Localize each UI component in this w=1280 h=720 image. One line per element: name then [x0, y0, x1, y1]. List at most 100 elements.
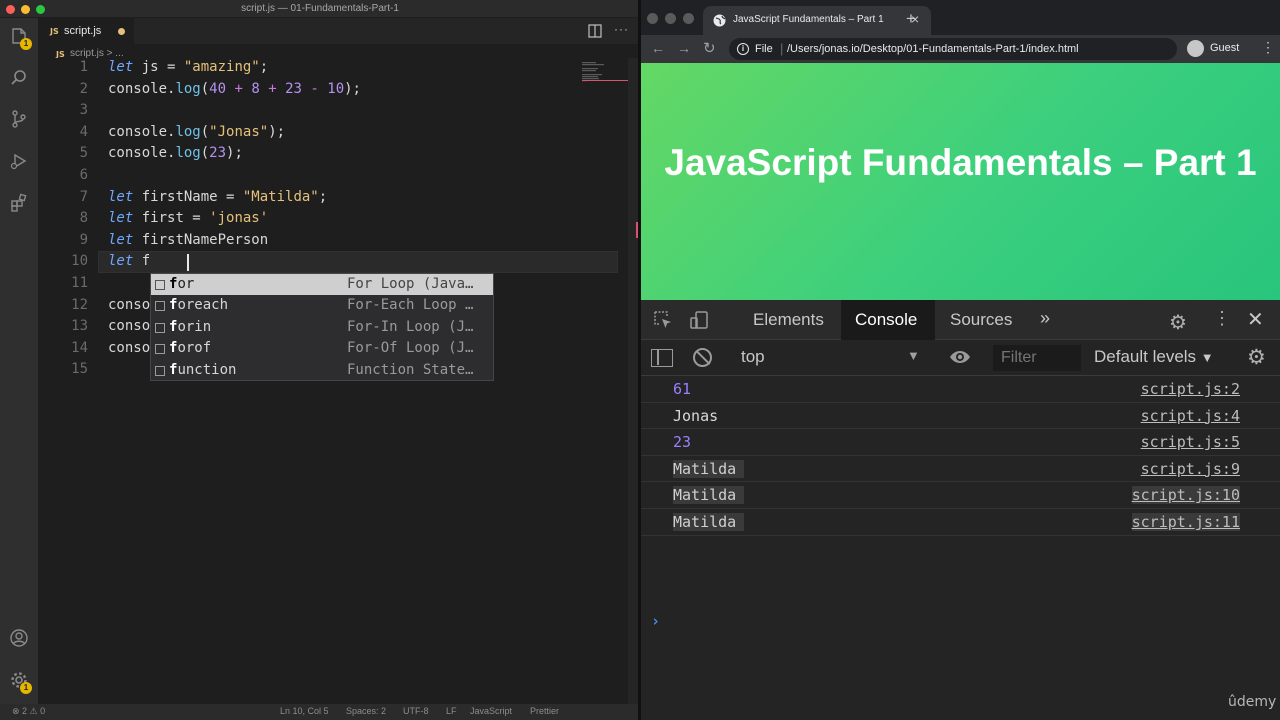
language-mode[interactable]: JavaScript	[470, 706, 512, 716]
forward-icon[interactable]: →	[677, 40, 691, 56]
extensions-icon[interactable]	[9, 193, 29, 213]
tab-sources[interactable]: Sources	[936, 300, 1026, 340]
more-actions-icon[interactable]: ···	[614, 22, 629, 36]
line-number: 8	[79, 210, 88, 227]
code-line[interactable]: 5 console.log(23);	[38, 143, 618, 165]
suggestion-label: foreach	[169, 297, 229, 314]
search-icon[interactable]	[9, 68, 29, 88]
code-line[interactable]: 1 let js = "amazing";	[38, 58, 618, 79]
console-settings-gear-icon[interactable]: ⚙	[1247, 345, 1266, 370]
customize-menu-icon[interactable]: ⋮	[1213, 308, 1231, 329]
console-message-value: 61	[673, 380, 692, 398]
line-number: 11	[71, 275, 88, 291]
suggestion-item[interactable]: foreach For-Each Loop …	[151, 295, 493, 316]
accounts-icon[interactable]	[9, 628, 29, 648]
code-line[interactable]: 4 console.log("Jonas");	[38, 122, 618, 144]
code-line[interactable]: 3	[38, 100, 618, 122]
browser-tab[interactable]: JavaScript Fundamentals – Part 1 ×	[703, 6, 931, 35]
suggestion-item[interactable]: forin For-In Loop (J…	[151, 317, 493, 338]
console-message: 23 script.js:5	[641, 429, 1280, 456]
inspect-element-icon[interactable]	[653, 310, 673, 330]
tab-script-js[interactable]: JS script.js	[38, 18, 134, 44]
encoding[interactable]: UTF-8	[403, 706, 429, 716]
live-expression-eye-icon[interactable]	[949, 348, 971, 366]
browser-menu-icon[interactable]: ⋮	[1261, 39, 1275, 56]
console-source-link[interactable]: script.js:2	[1141, 380, 1240, 398]
explorer-badge: 1	[20, 38, 32, 50]
console-source-link[interactable]: script.js:5	[1141, 433, 1240, 451]
line-code: let js = "amazing";	[108, 59, 269, 75]
settings-gear-icon[interactable]: ⚙	[1169, 310, 1187, 335]
source-control-icon[interactable]	[9, 109, 29, 129]
snippet-icon	[155, 301, 165, 312]
back-icon[interactable]: ←	[651, 40, 665, 56]
tab-elements[interactable]: Elements	[739, 300, 838, 340]
console-toolbar: top ▼ Default levels ▼ ⚙	[641, 340, 1280, 376]
run-debug-icon[interactable]	[9, 151, 29, 171]
prettier-status[interactable]: Prettier	[530, 706, 559, 716]
console-message: 61 script.js:2	[641, 376, 1280, 403]
console-source-link[interactable]: script.js:4	[1141, 407, 1240, 425]
console-sidebar-icon[interactable]	[651, 349, 673, 367]
end-of-line[interactable]: LF	[446, 706, 457, 716]
close-devtools-icon[interactable]: ✕	[1247, 307, 1264, 332]
line-number: 6	[79, 167, 88, 183]
console-source-link[interactable]: script.js:9	[1141, 460, 1240, 478]
console-prompt[interactable]: ›	[651, 612, 660, 630]
context-dropdown-icon[interactable]: ▼	[907, 348, 920, 363]
code-editor[interactable]: 1 let js = "amazing"; 2 console.log(40 + 8 …	[38, 58, 628, 704]
new-tab-icon[interactable]: +	[906, 9, 916, 29]
unsaved-dot-icon[interactable]	[118, 28, 125, 35]
page-heading: JavaScript Fundamentals – Part 1	[664, 142, 1257, 183]
reload-icon[interactable]: ↻	[703, 39, 716, 57]
cursor-position[interactable]: Ln 10, Col 5	[280, 706, 329, 716]
console-filter-input[interactable]	[993, 345, 1081, 371]
web-page: JavaScript Fundamentals – Part 1	[641, 63, 1280, 300]
more-tabs-icon[interactable]: »	[1040, 308, 1050, 329]
snippet-icon	[155, 280, 165, 290]
console-message: Matilda script.js:10	[641, 482, 1280, 509]
autocomplete-suggestions: for For Loop (Java… foreach For-Each Loop ……	[150, 273, 494, 381]
suggestion-item[interactable]: function Function State…	[151, 360, 493, 381]
clear-console-icon[interactable]	[693, 348, 712, 367]
line-number: 5	[79, 145, 88, 162]
split-editor-icon[interactable]	[588, 24, 602, 38]
minimap[interactable]	[582, 62, 628, 92]
execution-context-select[interactable]: top	[741, 347, 765, 367]
suggestion-item[interactable]: forof For-Of Loop (J…	[151, 338, 493, 359]
url-text[interactable]: /Users/jonas.io/Desktop/01-Fundamentals-…	[787, 43, 1079, 55]
log-levels-label: Default levels	[1094, 347, 1197, 366]
indentation[interactable]: Spaces: 2	[346, 706, 386, 716]
code-line[interactable]: 9 let firstNamePerson	[38, 230, 618, 252]
console-message-value: Matilda	[673, 513, 745, 531]
suggestion-detail: For-In Loop (J…	[347, 318, 474, 335]
zoom-window-button[interactable]	[683, 13, 694, 24]
problems-indicator[interactable]: ⊗ 2 ⚠ 0	[12, 706, 45, 717]
device-toolbar-icon[interactable]	[689, 310, 709, 330]
url-scheme-label: File	[755, 43, 773, 55]
line-number: 7	[79, 188, 88, 205]
console-source-link[interactable]: script.js:11	[1131, 513, 1240, 531]
code-line[interactable]: 8 let first = 'jonas'	[38, 208, 618, 230]
profile-avatar-icon[interactable]	[1187, 40, 1204, 57]
close-window-button[interactable]	[647, 13, 658, 24]
console-message: Matilda script.js:11	[641, 509, 1280, 536]
code-line[interactable]: 7 let firstName = "Matilda";	[38, 187, 618, 209]
code-line[interactable]: 2 console.log(40 + 8 + 23 - 10);	[38, 79, 618, 101]
line-number: 15	[71, 361, 88, 378]
minimize-window-button[interactable]	[665, 13, 676, 24]
devtools-panel: Elements Console Sources » ⚙ ⋮ ✕ top ▼ D…	[641, 300, 1280, 720]
address-bar[interactable]: i File | /Users/jonas.io/Desktop/01-Fund…	[729, 38, 1177, 60]
code-line[interactable]: 10 let f	[38, 251, 618, 273]
log-levels-select[interactable]: Default levels ▼	[1094, 347, 1214, 367]
snippet-icon	[155, 322, 165, 333]
site-info-icon[interactable]: i	[737, 43, 749, 55]
profile-label[interactable]: Guest	[1210, 42, 1239, 54]
levels-dropdown-icon: ▼	[1200, 350, 1214, 365]
console-source-link[interactable]: script.js:10	[1131, 486, 1240, 505]
browser-toolbar: ← → ↻ i File | /Users/jonas.io/Desktop/0…	[641, 35, 1280, 63]
line-number: 10	[71, 253, 88, 270]
code-line[interactable]: 6	[38, 165, 618, 187]
suggestion-item[interactable]: for For Loop (Java…	[151, 274, 493, 296]
tab-console[interactable]: Console	[841, 300, 935, 340]
